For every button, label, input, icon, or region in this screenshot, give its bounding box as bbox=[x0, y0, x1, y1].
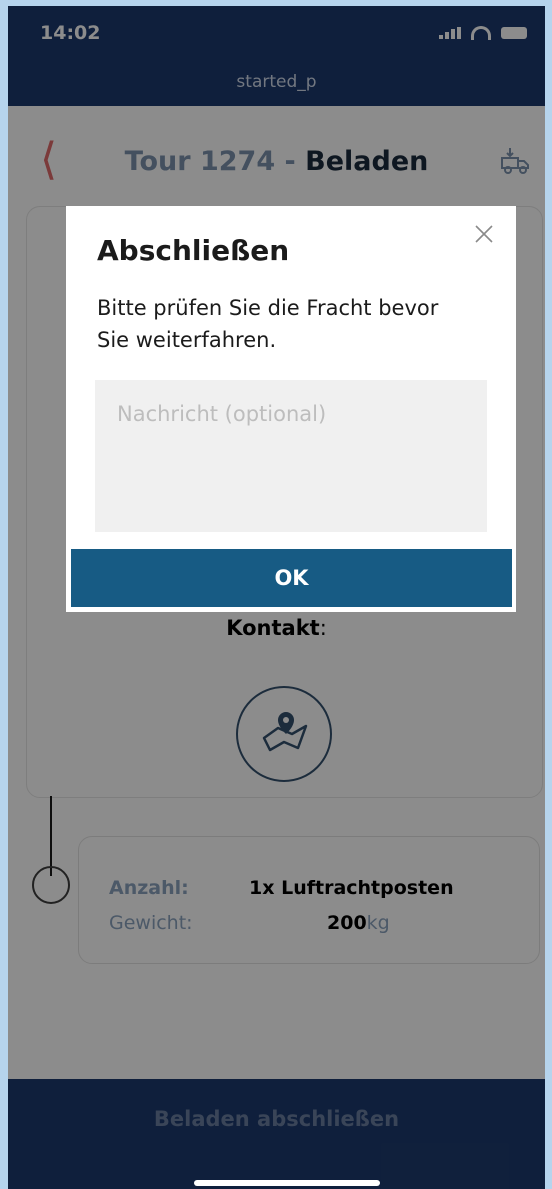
message-input[interactable] bbox=[95, 380, 487, 532]
dialog-message: Bitte prüfen Sie die Fracht bevor Sie we… bbox=[97, 296, 439, 352]
home-indicator[interactable] bbox=[194, 1180, 380, 1186]
phone-screen: 14:02 started_p ⟨ Tour 1274 - Beladen Ko… bbox=[8, 6, 545, 1189]
abschliessen-dialog: Abschließen Bitte prüfen Sie die Fracht … bbox=[66, 206, 516, 612]
close-icon[interactable] bbox=[472, 222, 496, 246]
dialog-title: Abschließen bbox=[97, 234, 290, 267]
ok-button[interactable]: OK bbox=[71, 549, 512, 607]
